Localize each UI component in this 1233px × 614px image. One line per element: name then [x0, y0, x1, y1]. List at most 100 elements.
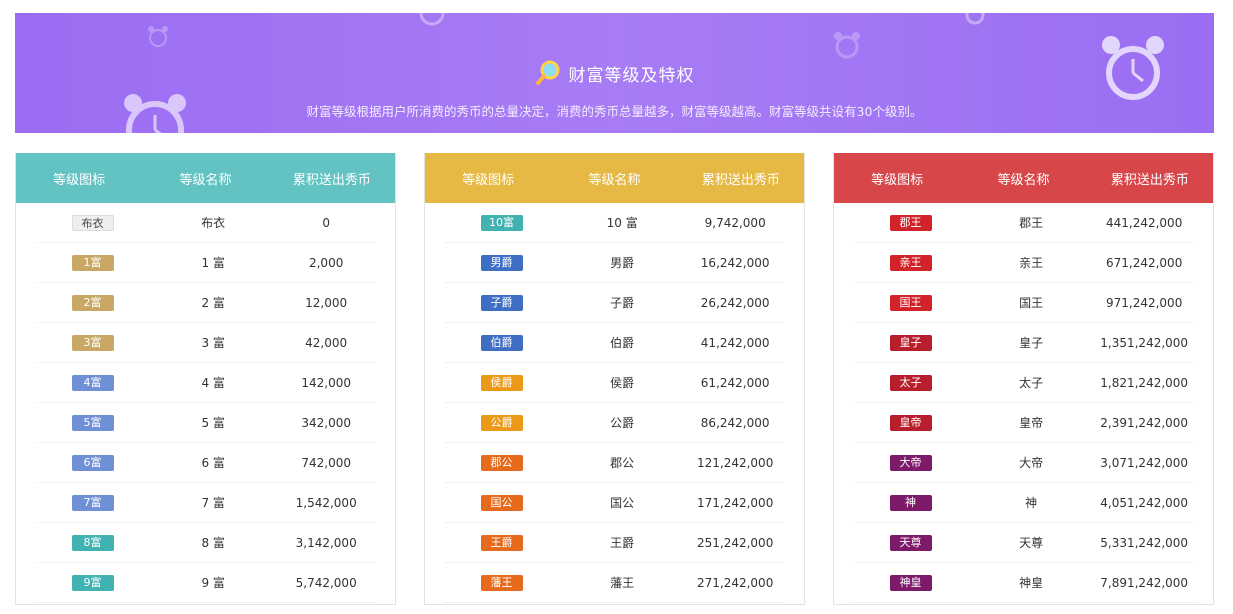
level-name: 郡王: [1019, 216, 1044, 230]
wealth-banner: 财富等级及特权 财富等级根据用户所消费的秀币的总量决定，消费的秀币总量越多，财富…: [15, 13, 1214, 133]
table-row: 10富 10 富 9,742,000: [445, 203, 784, 243]
column-header-value: 累积送出秀币: [1110, 172, 1189, 188]
table-row: 5富 5 富 342,000: [36, 403, 375, 443]
level-value: 41,242,000: [700, 335, 770, 350]
table-row: 郡公 郡公 121,242,000: [445, 443, 784, 483]
table-header: 等级图标 等级名称 累积送出秀币: [425, 153, 804, 203]
level-badge: 王爵: [480, 534, 523, 551]
level-badge: 伯爵: [480, 334, 523, 351]
level-badge: 皇子: [889, 334, 932, 351]
level-name: 皇帝: [1019, 416, 1044, 430]
level-value: 12,000: [305, 295, 348, 310]
level-badge: 6富: [71, 454, 114, 471]
table-row: 王爵 王爵 251,242,000: [445, 523, 784, 563]
level-badge: 8富: [71, 534, 114, 551]
level-value: 4,051,242,000: [1100, 495, 1189, 510]
table-body: 布衣 布衣 0 1富 1 富 2,000 2富 2 富 12,000 3富 3 富 42,000 4富 4…: [16, 203, 395, 603]
level-name: 男爵: [610, 256, 635, 270]
alarm-clock-icon: [419, 13, 445, 26]
level-icon-cell: 2富: [36, 294, 149, 311]
level-name: 郡公: [610, 456, 635, 470]
level-icon-cell: 子爵: [445, 294, 558, 311]
level-badge: 子爵: [480, 294, 523, 311]
table-row: 3富 3 富 42,000: [36, 323, 375, 363]
level-name: 神: [1025, 496, 1038, 510]
level-value: 3,071,242,000: [1100, 455, 1189, 470]
level-name: 藩王: [610, 576, 635, 590]
level-name: 5 富: [201, 416, 225, 430]
level-name: 皇子: [1019, 336, 1044, 350]
level-value: 7,891,242,000: [1100, 575, 1189, 590]
level-badge: 3富: [71, 334, 114, 351]
level-name: 王爵: [610, 536, 635, 550]
level-badge: 国王: [889, 294, 932, 311]
level-icon-cell: 3富: [36, 334, 149, 351]
table-row: 神皇 神皇 7,891,242,000: [854, 563, 1193, 603]
level-icon-cell: 皇帝: [854, 414, 967, 431]
level-badge: 9富: [71, 574, 114, 591]
table-body: 郡王 郡王 441,242,000 亲王 亲王 671,242,000 国王 国王 971,24…: [834, 203, 1213, 603]
column-header-icon: 等级图标: [462, 172, 515, 188]
level-name: 7 富: [201, 496, 225, 510]
table-header: 等级图标 等级名称 累积送出秀币: [16, 153, 395, 203]
level-badge: 男爵: [480, 254, 523, 271]
table-header: 等级图标 等级名称 累积送出秀币: [834, 153, 1213, 203]
level-badge: 神皇: [889, 574, 932, 591]
table-row: 皇帝 皇帝 2,391,242,000: [854, 403, 1193, 443]
level-icon-cell: 1富: [36, 254, 149, 271]
level-icon-cell: 4富: [36, 374, 149, 391]
table-row: 9富 9 富 5,742,000: [36, 563, 375, 603]
level-icon-cell: 天尊: [854, 534, 967, 551]
level-value: 9,742,000: [704, 215, 766, 230]
level-icon-cell: 9富: [36, 574, 149, 591]
level-value: 142,000: [301, 375, 351, 390]
level-value: 5,742,000: [295, 575, 357, 590]
level-name: 3 富: [201, 336, 225, 350]
level-icon-cell: 郡王: [854, 214, 967, 231]
level-name: 9 富: [201, 576, 225, 590]
level-name: 布衣: [201, 216, 226, 230]
level-value: 971,242,000: [1105, 295, 1183, 310]
level-value: 26,242,000: [700, 295, 770, 310]
level-value: 121,242,000: [696, 455, 774, 470]
level-badge: 神: [889, 494, 932, 511]
table-body: 10富 10 富 9,742,000 男爵 男爵 16,242,000 子爵 子爵 26,242…: [425, 203, 804, 603]
level-icon-cell: 侯爵: [445, 374, 558, 391]
table-row: 2富 2 富 12,000: [36, 283, 375, 323]
level-value: 3,142,000: [295, 535, 357, 550]
level-icon-cell: 8富: [36, 534, 149, 551]
level-icon-cell: 太子: [854, 374, 967, 391]
wealth-table-panel-2: 等级图标 等级名称 累积送出秀币 10富 10 富 9,742,000 男爵 男爵 16,…: [424, 153, 805, 605]
level-name: 神皇: [1019, 576, 1044, 590]
level-badge: 5富: [71, 414, 114, 431]
level-value: 1,351,242,000: [1100, 335, 1189, 350]
level-badge: 4富: [71, 374, 114, 391]
level-value: 342,000: [301, 415, 351, 430]
level-value: 171,242,000: [696, 495, 774, 510]
level-icon-cell: 布衣: [36, 214, 149, 231]
banner-title-row: 财富等级及特权: [15, 60, 1214, 86]
banner-subtitle: 财富等级根据用户所消费的秀币的总量决定，消费的秀币总量越多，财富等级越高。财富等…: [306, 104, 923, 119]
level-badge: 布衣: [71, 214, 114, 231]
level-badge: 侯爵: [480, 374, 523, 391]
table-row: 1富 1 富 2,000: [36, 243, 375, 283]
level-name: 1 富: [201, 256, 225, 270]
table-row: 6富 6 富 742,000: [36, 443, 375, 483]
level-badge: 天尊: [889, 534, 932, 551]
alarm-clock-icon: [148, 26, 168, 47]
table-row: 子爵 子爵 26,242,000: [445, 283, 784, 323]
table-row: 藩王 藩王 271,242,000: [445, 563, 784, 603]
level-name: 公爵: [610, 416, 635, 430]
level-icon-cell: 国王: [854, 294, 967, 311]
level-icon-cell: 5富: [36, 414, 149, 431]
table-row: 侯爵 侯爵 61,242,000: [445, 363, 784, 403]
table-row: 郡王 郡王 441,242,000: [854, 203, 1193, 243]
level-icon-cell: 7富: [36, 494, 149, 511]
level-icon-cell: 藩王: [445, 574, 558, 591]
level-value: 0: [322, 215, 330, 230]
level-value: 2,000: [308, 255, 344, 270]
level-value: 2,391,242,000: [1100, 415, 1189, 430]
level-icon-cell: 亲王: [854, 254, 967, 271]
level-name: 侯爵: [610, 376, 635, 390]
level-value: 42,000: [305, 335, 348, 350]
